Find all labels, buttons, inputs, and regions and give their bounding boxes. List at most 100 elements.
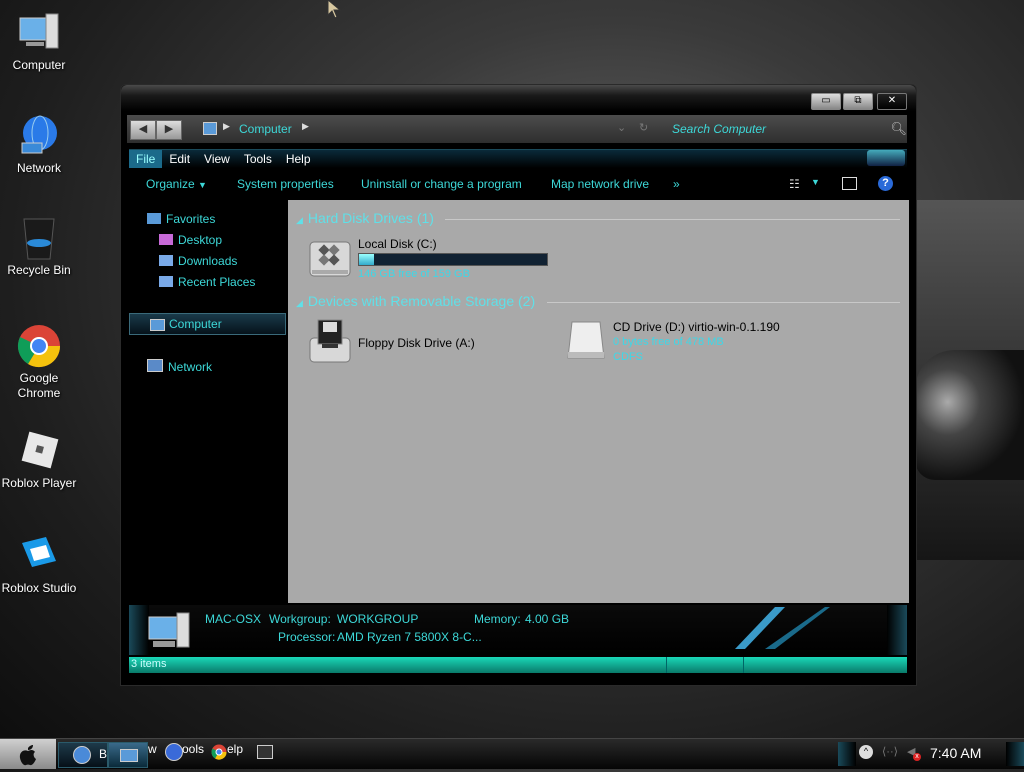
recent-places-icon: [159, 276, 173, 287]
desktop-icon-label: Roblox Studio: [1, 581, 77, 595]
menu-edit[interactable]: Edit: [162, 150, 197, 168]
start-button[interactable]: [0, 739, 56, 769]
desktop-icon-network[interactable]: Network: [0, 113, 78, 176]
local-disk-usage-bar: [358, 253, 548, 266]
nav-desktop[interactable]: Desktop: [159, 233, 222, 247]
nav-network-label: Network: [168, 360, 213, 374]
floppy-drive-name[interactable]: Floppy Disk Drive (A:): [358, 336, 475, 350]
nav-favorites[interactable]: Favorites: [147, 212, 215, 226]
menu-help[interactable]: Help: [279, 150, 318, 168]
view-dropdown-icon[interactable]: ▼: [811, 177, 820, 187]
taskbar-item-text: B: [99, 747, 108, 761]
group-removable-storage[interactable]: Devices with Removable Storage (2): [296, 293, 535, 309]
minimize-button[interactable]: ▭: [811, 93, 841, 110]
clock[interactable]: 7:40 AM: [930, 745, 981, 761]
cd-drive-name[interactable]: CD Drive (D:) virtio-win-0.1.190: [613, 320, 780, 334]
search-input[interactable]: Search Computer: [672, 122, 766, 136]
processor-value: AMD Ryzen 7 5800X 8-C...: [337, 630, 482, 644]
mouse-cursor-icon: [327, 0, 342, 19]
content-pane: Hard Disk Drives (1) Local Disk (C:) 146…: [288, 200, 909, 603]
wallpaper-car: [915, 350, 1024, 480]
nav-recent-places[interactable]: Recent Places: [159, 275, 255, 289]
tray-expand-icon[interactable]: ^: [859, 745, 873, 759]
show-desktop-button[interactable]: [1006, 742, 1024, 766]
taskbar-item-ie[interactable]: B: [58, 742, 108, 768]
floppy-drive-icon[interactable]: [308, 318, 352, 364]
forward-button[interactable]: ▶: [156, 120, 182, 140]
command-bar: Organize ▼ System properties Uninstall o…: [129, 171, 907, 197]
local-disk-name[interactable]: Local Disk (C:): [358, 237, 437, 251]
nav-computer-label: Computer: [169, 317, 222, 331]
local-disk-free: 146 GB free of 159 GB: [358, 268, 470, 280]
apple-logo-icon: [19, 745, 36, 766]
nav-desktop-label: Desktop: [178, 233, 223, 247]
more-commands-button[interactable]: »: [673, 177, 680, 191]
address-history-dropdown-icon[interactable]: ⌄: [617, 121, 626, 134]
breadcrumb-dropdown-icon[interactable]: ▶: [302, 121, 309, 132]
menu-view[interactable]: View: [197, 150, 237, 168]
computer-small-icon: [203, 122, 217, 135]
view-options-icon[interactable]: ☷: [789, 177, 800, 191]
chevron-down-icon: ▼: [198, 180, 207, 190]
preview-pane-icon[interactable]: [842, 177, 857, 190]
memory-label: Memory:: [474, 612, 521, 626]
roblox-studio-icon: [16, 533, 62, 579]
desktop-icon-label: Recycle Bin: [7, 263, 71, 277]
system-properties-button[interactable]: System properties: [237, 177, 334, 191]
nav-downloads-label: Downloads: [178, 254, 238, 268]
status-divider: [743, 657, 744, 673]
tray-decoration: [838, 742, 856, 766]
taskbar-item-explorer[interactable]: [108, 742, 148, 768]
search-box[interactable]: Search Computer 🔍︎: [672, 119, 907, 139]
local-disk-icon[interactable]: [308, 236, 352, 280]
taskbar: B w ools elp ^ ⟨··⟩ ◀ x 7:40 AM: [0, 738, 1024, 769]
cd-drive-filesystem: CDFS: [613, 351, 643, 363]
help-icon[interactable]: ?: [878, 176, 893, 191]
desktop-icon-roblox-studio[interactable]: Roblox Studio: [0, 533, 78, 596]
cd-drive-free: 0 bytes free of 478 MB: [613, 336, 724, 348]
nav-network[interactable]: Network: [147, 359, 212, 374]
details-pane: MAC-OSX Workgroup: WORKGROUP Memory: 4.0…: [129, 605, 907, 655]
chrome-icon: [16, 323, 62, 369]
menu-tools[interactable]: Tools: [237, 150, 279, 168]
back-button[interactable]: ◀: [130, 120, 156, 140]
computer-small-icon: [150, 319, 165, 331]
chrome-taskbar-icon[interactable]: [211, 744, 227, 760]
breadcrumb-computer[interactable]: Computer: [239, 122, 292, 136]
memory-value: 4.00 GB: [525, 612, 570, 626]
desktop-icon-chrome[interactable]: Google Chrome: [0, 323, 78, 401]
organize-button[interactable]: Organize ▼: [146, 177, 207, 191]
refresh-icon[interactable]: ↻: [639, 121, 648, 134]
downloads-folder-icon: [159, 255, 173, 266]
volume-muted-icon: x: [913, 753, 921, 761]
search-icon[interactable]: 🔍︎: [890, 121, 907, 137]
desktop-icon-recycle-bin[interactable]: Recycle Bin: [0, 215, 78, 278]
taskbar-item-text: elp: [227, 742, 244, 756]
group-hard-disk-drives[interactable]: Hard Disk Drives (1): [296, 210, 434, 226]
maximize-button[interactable]: ⧉: [843, 93, 873, 110]
map-network-drive-button[interactable]: Map network drive: [551, 177, 649, 191]
desktop-icon-computer[interactable]: Computer: [0, 10, 78, 73]
nav-computer[interactable]: Computer: [129, 313, 286, 335]
item-count: 3 items: [131, 658, 167, 670]
nav-downloads[interactable]: Downloads: [159, 254, 237, 268]
desktop-icon-label: Roblox Player: [1, 476, 77, 490]
network-status-icon[interactable]: ⟨··⟩: [882, 745, 898, 758]
network-globe-icon: [16, 113, 62, 159]
menu-bar: File Edit View Tools Help: [129, 149, 907, 168]
desktop-icon-label: Computer: [12, 58, 66, 72]
terminal-taskbar-icon[interactable]: [257, 745, 273, 759]
details-border-right: [887, 605, 907, 655]
nav-recent-places-label: Recent Places: [178, 275, 256, 289]
network-taskbar-icon[interactable]: [165, 743, 183, 761]
uninstall-program-button[interactable]: Uninstall or change a program: [361, 177, 522, 191]
workgroup-label: Workgroup:: [269, 612, 331, 626]
workgroup-value: WORKGROUP: [337, 612, 419, 626]
menu-file[interactable]: File: [129, 150, 163, 168]
close-button[interactable]: ✕: [877, 93, 907, 110]
explorer-icon: [120, 749, 138, 762]
cd-drive-icon[interactable]: [564, 318, 608, 364]
window-titlebar[interactable]: ▭ ⧉ ✕: [121, 85, 916, 111]
desktop-icon-roblox-player[interactable]: Roblox Player: [0, 428, 78, 491]
nav-favorites-label: Favorites: [166, 212, 216, 226]
